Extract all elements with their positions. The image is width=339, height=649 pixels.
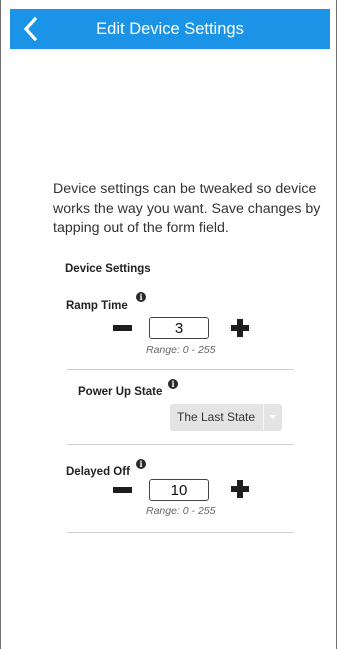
divider [67, 532, 294, 533]
header-bar: Edit Device Settings [10, 9, 330, 49]
app-frame: Edit Device Settings Device settings can… [0, 0, 337, 649]
ramp-time-input[interactable] [149, 317, 209, 339]
delayed-off-input[interactable] [149, 479, 209, 501]
delayed-off-decrement-button[interactable] [113, 487, 132, 493]
delayed-off-info-icon[interactable]: i [136, 459, 146, 469]
chevron-down-icon [263, 404, 282, 431]
ramp-time-range: Range: 0 - 255 [146, 344, 216, 356]
intro-text: Device settings can be tweaked so device… [53, 181, 321, 237]
power-up-state-label: Power Up State [78, 386, 163, 398]
power-up-state-info-icon[interactable]: i [168, 379, 178, 389]
section-title: Device Settings [65, 263, 151, 275]
delayed-off-label: Delayed Off [66, 466, 130, 478]
power-up-state-value: The Last State [177, 410, 256, 424]
delayed-off-range: Range: 0 - 255 [146, 505, 216, 517]
divider [67, 444, 294, 445]
power-up-state-select[interactable]: The Last State [170, 404, 282, 431]
divider [67, 369, 294, 370]
ramp-time-decrement-button[interactable] [113, 325, 132, 331]
delayed-off-increment-button[interactable] [231, 480, 249, 498]
ramp-time-increment-button[interactable] [231, 319, 249, 337]
ramp-time-info-icon[interactable]: i [136, 292, 146, 302]
page-title: Edit Device Settings [96, 20, 244, 38]
ramp-time-label: Ramp Time [66, 300, 128, 312]
